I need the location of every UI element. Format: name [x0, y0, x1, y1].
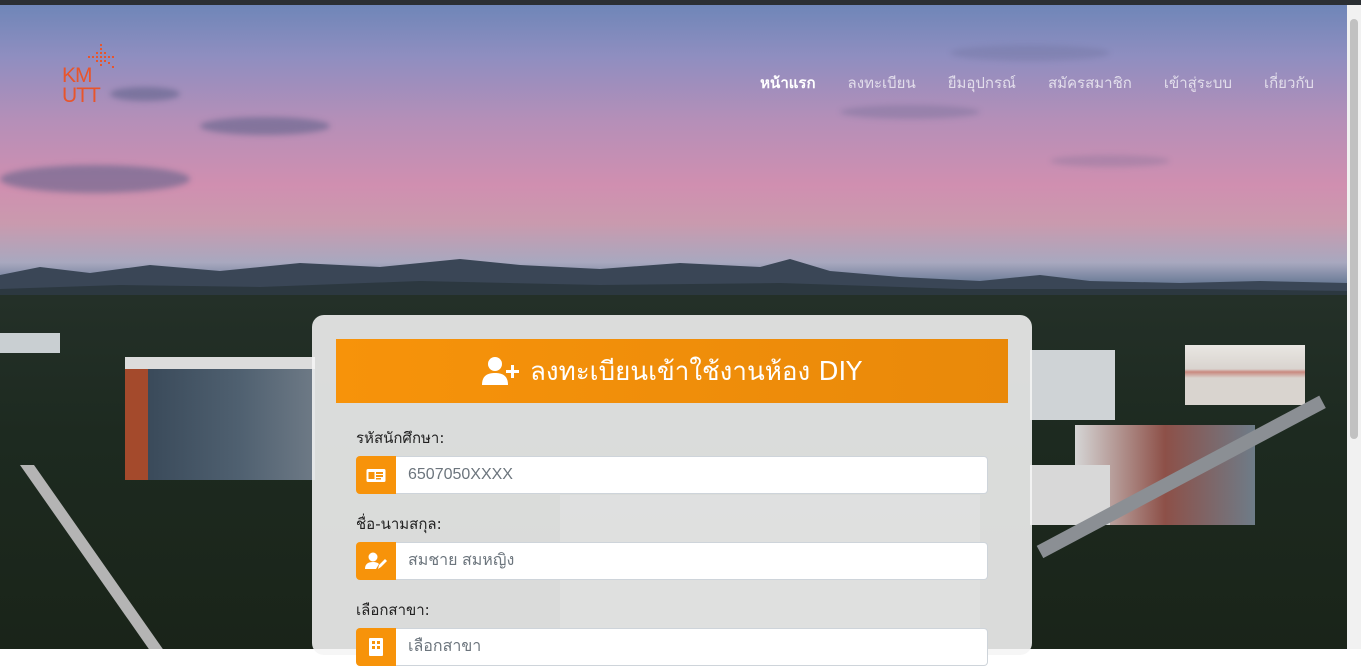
full-name-label: ชื่อ-นามสกุล:	[356, 515, 442, 533]
cloud	[0, 165, 190, 193]
department-select[interactable]: เลือกสาขา	[396, 628, 988, 666]
scrollbar-thumb[interactable]	[1350, 19, 1358, 439]
full-name-input[interactable]	[396, 542, 988, 580]
cloud	[840, 105, 980, 119]
user-edit-icon	[356, 542, 396, 580]
page-scrollbar[interactable]	[1347, 5, 1361, 649]
user-plus-icon	[481, 357, 519, 385]
nav-item-about[interactable]: เกี่ยวกับ	[1264, 71, 1314, 95]
student-id-input[interactable]	[396, 456, 988, 494]
building	[1185, 345, 1305, 405]
building	[0, 333, 60, 353]
student-id-label: รหัสนักศึกษา:	[356, 429, 445, 447]
cloud	[950, 45, 1110, 61]
registration-header: ลงทะเบียนเข้าใช้งานห้อง DIY	[336, 339, 1008, 403]
nav-item-register[interactable]: ลงทะเบียน	[848, 71, 916, 95]
id-card-icon	[356, 456, 396, 494]
department-label: เลือกสาขา:	[356, 601, 430, 619]
building-icon	[356, 628, 396, 666]
registration-card: ลงทะเบียนเข้าใช้งานห้อง DIY รหัสนักศึกษา…	[312, 315, 1032, 666]
kmutt-logo[interactable]: KM UTT	[60, 44, 124, 114]
nav-item-signup[interactable]: สมัครสมาชิก	[1048, 71, 1132, 95]
nav-item-borrow[interactable]: ยืมอุปกรณ์	[948, 71, 1016, 95]
building	[1030, 350, 1115, 420]
main-nav: หน้าแรก ลงทะเบียน ยืมอุปกรณ์ สมัครสมาชิก…	[760, 71, 1314, 95]
cloud	[1050, 155, 1170, 167]
building-roof	[125, 357, 315, 369]
cloud	[200, 117, 330, 135]
department-group: เลือกสาขา	[356, 628, 988, 666]
nav-item-login[interactable]: เข้าสู่ระบบ	[1164, 71, 1232, 95]
student-id-group	[356, 456, 988, 494]
nav-item-home[interactable]: หน้าแรก	[760, 71, 815, 95]
campus-road	[20, 465, 168, 649]
full-name-group	[356, 542, 988, 580]
building	[125, 360, 315, 480]
logo-text-line2: UTT	[62, 84, 101, 107]
registration-title: ลงทะเบียนเข้าใช้งานห้อง DIY	[529, 356, 863, 387]
logo-text-line1: KM	[62, 64, 92, 87]
